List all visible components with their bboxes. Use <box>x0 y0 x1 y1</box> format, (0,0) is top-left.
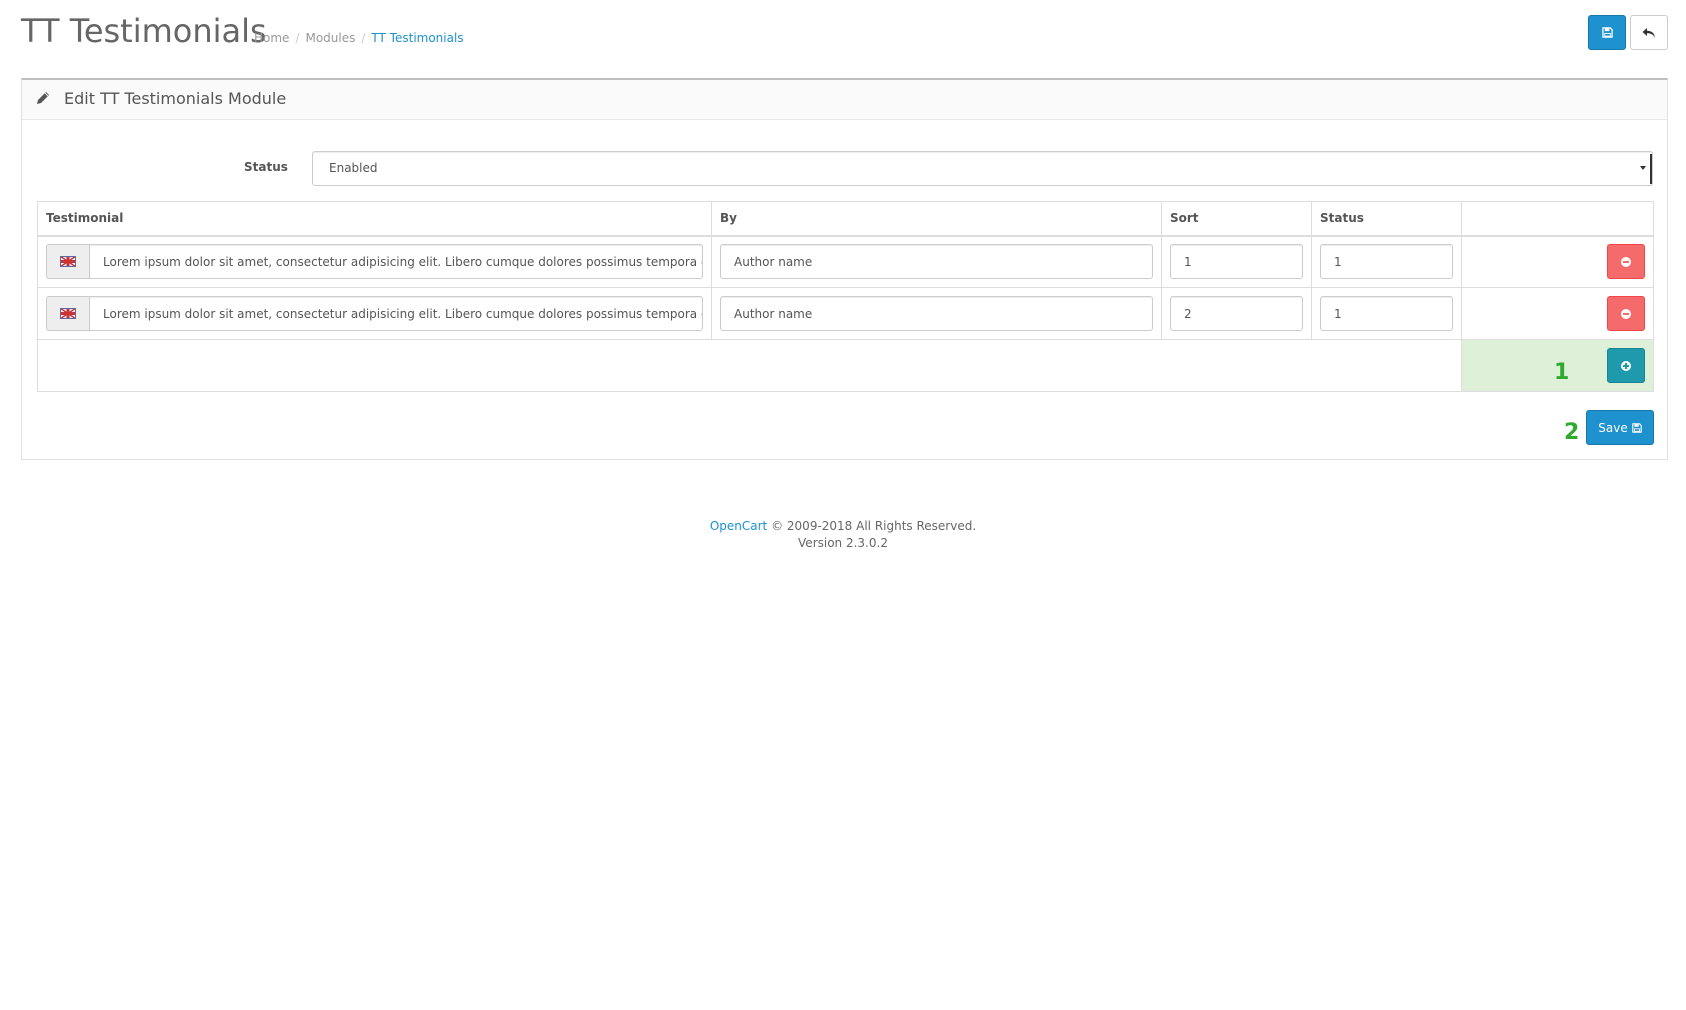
breadcrumb: Home / Modules / TT Testimonials <box>254 31 464 45</box>
save-icon <box>1631 422 1642 433</box>
panel-heading: Edit TT Testimonials Module <box>22 80 1667 120</box>
row-status-cell: 1 <box>1311 287 1462 340</box>
uk-flag-icon <box>60 256 76 268</box>
plus-circle-icon <box>1621 360 1631 371</box>
action-cell <box>1461 235 1654 288</box>
save-button[interactable]: Save <box>1586 410 1654 445</box>
panel-title: Edit TT Testimonials Module <box>64 89 287 108</box>
testimonial-cell: Lorem ipsum dolor sit amet, consectetur … <box>37 287 712 340</box>
save-icon <box>1601 27 1613 38</box>
column-header-status: Status <box>1311 201 1462 237</box>
remove-row-button[interactable] <box>1607 296 1645 331</box>
save-button-label: Save <box>1598 420 1628 435</box>
page-title: TT Testimonials <box>21 12 267 50</box>
back-button[interactable] <box>1630 15 1668 50</box>
opencart-link[interactable]: OpenCart <box>710 519 767 533</box>
annotation-marker-1: 1 <box>1554 360 1570 385</box>
status-select[interactable]: Enabled <box>312 151 1653 186</box>
testimonials-table: Testimonial By Sort Status Lorem ipsum d… <box>37 201 1654 392</box>
status-label: Status <box>244 160 288 174</box>
testimonial-input-group: Lorem ipsum dolor sit amet, consectetur … <box>46 296 703 331</box>
language-addon <box>46 244 89 280</box>
reply-icon <box>1642 27 1655 38</box>
add-row-spacer <box>37 339 1462 392</box>
footer-version: Version 2.3.0.2 <box>798 536 888 550</box>
pencil-icon <box>37 92 49 104</box>
breadcrumb-home[interactable]: Home <box>254 31 289 45</box>
row-status-input[interactable]: 1 <box>1320 296 1453 331</box>
table-row: Lorem ipsum dolor sit amet, consectetur … <box>37 235 1654 288</box>
column-header-actions <box>1461 201 1654 237</box>
breadcrumb-separator: / <box>361 31 366 45</box>
language-addon <box>46 296 89 331</box>
footer-copyright: © 2009-2018 All Rights Reserved. <box>771 519 977 533</box>
minus-circle-icon <box>1621 308 1631 319</box>
column-header-by: By <box>711 201 1162 237</box>
table-row: Lorem ipsum dolor sit amet, consectetur … <box>37 287 1654 340</box>
minus-circle-icon <box>1621 256 1631 267</box>
testimonial-input-group: Lorem ipsum dolor sit amet, consectetur … <box>46 244 703 280</box>
author-cell: Author name <box>711 235 1162 288</box>
breadcrumb-modules[interactable]: Modules <box>305 31 355 45</box>
footer: OpenCart © 2009-2018 All Rights Reserved… <box>0 518 1686 552</box>
chevron-down-icon <box>1640 166 1646 170</box>
testimonial-input[interactable]: Lorem ipsum dolor sit amet, consectetur … <box>89 296 703 331</box>
author-cell: Author name <box>711 287 1162 340</box>
uk-flag-icon <box>60 308 76 319</box>
page-header: TT Testimonials Home / Modules / TT Testimon… <box>21 0 1668 70</box>
header-save-button[interactable] <box>1588 15 1626 50</box>
sort-cell: 1 <box>1161 235 1312 288</box>
edit-module-panel: Edit TT Testimonials Module Status Enabl… <box>21 78 1668 460</box>
testimonial-cell: Lorem ipsum dolor sit amet, consectetur … <box>37 235 712 288</box>
footer-copyright-line: OpenCart © 2009-2018 All Rights Reserved… <box>0 518 1686 535</box>
select-scroll-edge <box>1650 154 1652 184</box>
author-input[interactable]: Author name <box>720 244 1153 280</box>
table-header-row: Testimonial By Sort Status <box>37 201 1654 237</box>
status-select-value: Enabled <box>329 161 378 175</box>
column-header-testimonial: Testimonial <box>37 201 712 237</box>
row-status-input[interactable]: 1 <box>1320 244 1453 280</box>
sort-input[interactable]: 2 <box>1170 296 1303 331</box>
breadcrumb-current[interactable]: TT Testimonials <box>371 31 463 45</box>
breadcrumb-separator: / <box>295 31 300 45</box>
testimonial-input[interactable]: Lorem ipsum dolor sit amet, consectetur … <box>89 244 703 280</box>
add-testimonial-button[interactable] <box>1607 348 1645 383</box>
action-cell <box>1461 287 1654 340</box>
remove-row-button[interactable] <box>1607 244 1645 280</box>
add-row-footer <box>37 339 1654 392</box>
sort-input[interactable]: 1 <box>1170 244 1303 280</box>
sort-cell: 2 <box>1161 287 1312 340</box>
row-status-cell: 1 <box>1311 235 1462 288</box>
column-header-sort: Sort <box>1161 201 1312 237</box>
author-input[interactable]: Author name <box>720 296 1153 331</box>
annotation-marker-2: 2 <box>1564 420 1580 445</box>
